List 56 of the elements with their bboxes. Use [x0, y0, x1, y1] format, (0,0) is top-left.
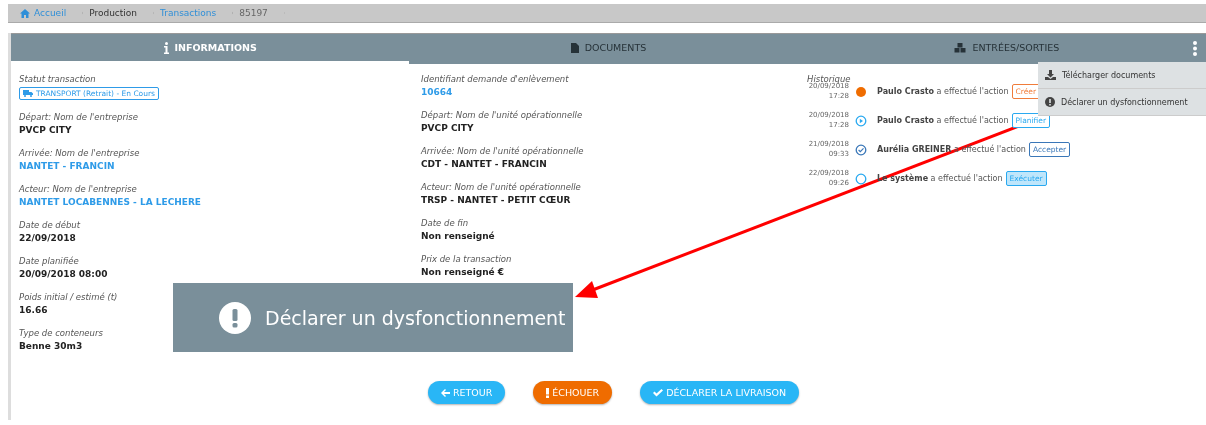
alert-icon: [219, 301, 251, 334]
history-text: Aurélia GREINER a effectué l'action: [877, 145, 1026, 154]
exclamation-icon: [546, 387, 550, 398]
file-icon: [570, 42, 579, 53]
field-label: Départ: Nom de l'unité opérationnelle: [421, 110, 583, 121]
field-value: PVCP CITY: [19, 125, 72, 136]
tab[interactable]: ENTRÉES/SORTIES: [807, 34, 1206, 64]
field-label: Date de début: [19, 220, 81, 231]
field-value: CDT - NANTET - FRANCIN: [421, 159, 547, 170]
action-button[interactable]: DÉCLARER LA LIVRAISON: [640, 381, 800, 404]
history-text: Paulo Crasto a effectué l'action: [877, 87, 1009, 96]
action-button[interactable]: RETOUR: [427, 381, 506, 404]
home-icon: [20, 8, 30, 18]
check-icon: [653, 388, 664, 397]
field-label: Prix de la transaction: [421, 254, 512, 265]
action-button[interactable]: ÉCHOUER: [533, 381, 613, 404]
info-icon: [163, 41, 169, 54]
field-value[interactable]: 10664: [421, 87, 453, 98]
field-label: Arrivée: Nom de l'unité opérationnelle: [421, 146, 584, 157]
tab[interactable]: DOCUMENTS: [409, 34, 808, 64]
truck-icon: [23, 90, 33, 97]
field-label: Poids initial / estimé (t): [19, 292, 118, 303]
history-title: Historique: [807, 74, 851, 84]
callout-text: Déclarer un dysfonctionnement: [265, 306, 566, 329]
menu-item[interactable]: Télécharger documents: [1038, 62, 1206, 89]
field-value: Benne 30m3: [19, 341, 83, 352]
field-value: 20/09/2018 08:00: [19, 269, 108, 280]
download-icon: [1045, 70, 1056, 80]
breadcrumb-item: 85197: [233, 4, 285, 22]
field-value[interactable]: NANTET - FRANCIN: [19, 161, 115, 172]
menu-item[interactable]: Déclarer un dysfonctionnement: [1038, 89, 1206, 116]
field-value: TRSP - NANTET - PETIT CŒUR: [421, 195, 571, 206]
field-value[interactable]: NANTET LOCABENNES - LA LECHERE: [19, 197, 201, 208]
breadcrumb-item[interactable]: Accueil: [14, 4, 84, 22]
field-value: Non renseigné €: [421, 267, 505, 278]
field-value: Non renseigné: [421, 231, 495, 242]
alert-icon: [1045, 97, 1055, 107]
history-text: Paulo Crasto a effectué l'action: [877, 116, 1009, 125]
field-value: PVCP CITY: [421, 123, 474, 134]
field-label: Date de fin: [421, 218, 469, 229]
field-label: Acteur: Nom de l'entreprise: [19, 184, 137, 195]
cubes-icon: [954, 42, 967, 53]
field-label: Identifiant demande d'enlèvement: [421, 74, 569, 85]
arrow-left-icon: [440, 388, 450, 397]
breadcrumb-item: Production: [83, 4, 155, 22]
field-value: 16.66: [19, 305, 48, 316]
field-label: Arrivée: Nom de l'entreprise: [19, 148, 140, 159]
breadcrumb-item[interactable]: Transactions: [154, 4, 234, 22]
more-icon[interactable]: [1193, 41, 1197, 56]
field-label: Type de conteneurs: [19, 328, 103, 339]
tab[interactable]: INFORMATIONS: [11, 34, 410, 64]
field-label: Statut transaction: [19, 74, 96, 85]
field-label: Acteur: Nom de l'unité opérationnelle: [421, 182, 581, 193]
field-label: Date planifiée: [19, 256, 79, 267]
field-label: Départ: Nom de l'entreprise: [19, 112, 138, 123]
field-value: 22/09/2018: [19, 233, 76, 244]
